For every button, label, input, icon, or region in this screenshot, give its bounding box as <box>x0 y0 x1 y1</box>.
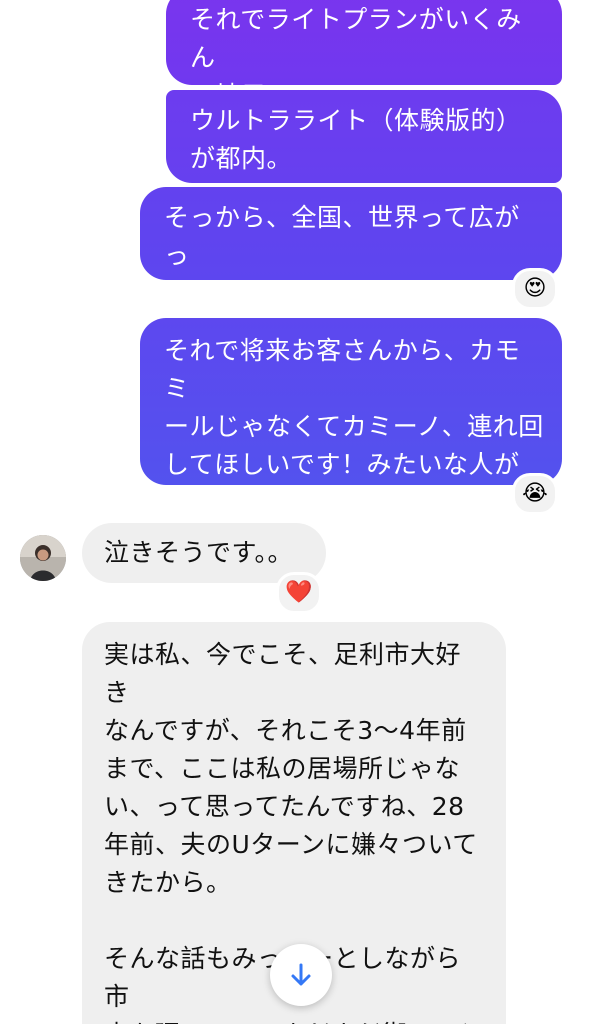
reaction-heart[interactable]: ❤️ <box>276 572 322 614</box>
scroll-to-bottom-button[interactable] <box>270 944 332 1006</box>
user-avatar-icon <box>20 535 66 581</box>
chat-thread: それでライトプランがいくみん の地元。 ウルトラライト（体験版的） が都内。 そ… <box>0 0 601 1024</box>
message-outgoing-1[interactable]: それでライトプランがいくみん の地元。 <box>166 0 562 110</box>
message-outgoing-2[interactable]: ウルトラライト（体験版的） が都内。 <box>166 90 562 183</box>
avatar[interactable] <box>20 535 66 581</box>
reaction-crying[interactable]: 😭 <box>512 473 558 515</box>
message-outgoing-4[interactable]: それで将来お客さんから、カモミ ールじゃなくてカミーノ、連れ回 してほしいです！… <box>140 318 562 555</box>
message-outgoing-3[interactable]: そっから、全国、世界って広がっ ていくといいかと！ <box>140 187 562 308</box>
reaction-heart-eyes[interactable]: 😍 <box>512 268 558 310</box>
arrow-down-icon <box>291 963 311 986</box>
